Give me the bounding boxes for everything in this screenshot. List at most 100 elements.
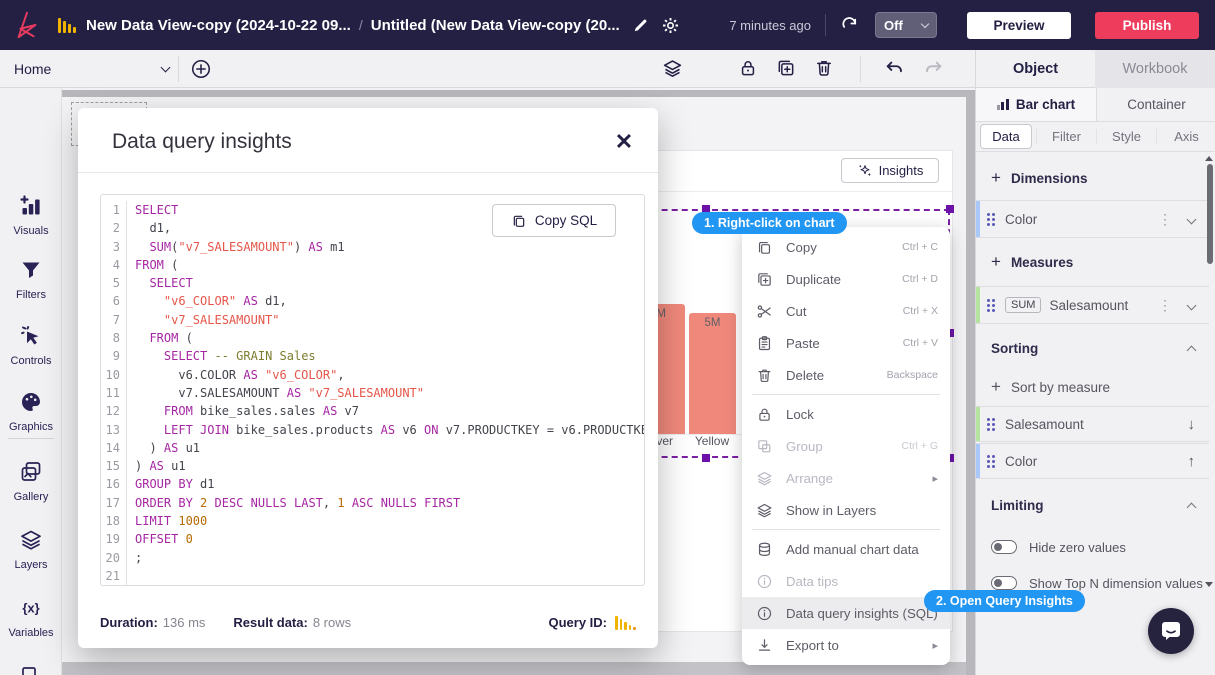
subtab-filter[interactable]: Filter xyxy=(1036,129,1096,144)
menu-item-group[interactable]: GroupCtrl + G xyxy=(742,430,950,462)
redo-icon[interactable] xyxy=(922,58,944,80)
panel-scroll-down-icon[interactable] xyxy=(1205,582,1213,587)
dataset-bars-icon xyxy=(58,17,76,33)
sql-line: 17ORDER BY 2 DESC NULLS LAST, 1 ASC NULL… xyxy=(101,494,644,512)
chat-bubble-button[interactable] xyxy=(1148,608,1194,654)
hide-zero-values-toggle[interactable] xyxy=(991,540,1017,554)
subtab-axis[interactable]: Axis xyxy=(1156,129,1215,144)
menu-item-cut[interactable]: CutCtrl + X xyxy=(742,295,950,327)
add-dimension-icon[interactable]: + xyxy=(991,168,1001,188)
menu-item-label: Data query insights (SQL) xyxy=(786,606,938,621)
sidebar-item-variables[interactable]: {x}Variables xyxy=(0,596,62,639)
menu-item-show-in-layers[interactable]: Show in Layers xyxy=(742,494,950,526)
refresh-icon[interactable] xyxy=(840,16,859,35)
menu-item-data-query-insights-sql[interactable]: Data query insights (SQL) xyxy=(742,597,950,629)
sql-code-text: FROM bike_sales.sales AS v7 xyxy=(127,402,359,420)
autosave-dropdown[interactable]: Off xyxy=(875,12,937,38)
chevron-down-icon xyxy=(921,19,929,27)
sql-line: 4FROM ( xyxy=(101,256,644,274)
menu-item-paste[interactable]: PasteCtrl + V xyxy=(742,327,950,359)
menu-item-arrange[interactable]: Arrange▸ xyxy=(742,462,950,494)
aggregation-badge[interactable]: SUM xyxy=(1005,297,1041,313)
undo-icon[interactable] xyxy=(884,58,906,80)
tab-workbook[interactable]: Workbook xyxy=(1095,50,1215,88)
line-number: 21 xyxy=(101,567,127,585)
panel-scrollbar[interactable] xyxy=(1207,164,1213,264)
kebab-menu-icon[interactable]: ⋮ xyxy=(1158,297,1172,314)
insights-button[interactable]: Insights xyxy=(841,158,939,183)
measure-salesamount-item[interactable]: SUM Salesamount ⋮ xyxy=(976,286,1209,324)
lock-toolbar-icon[interactable] xyxy=(738,58,758,78)
add-measure-icon[interactable]: + xyxy=(991,252,1001,272)
add-item-icon[interactable] xyxy=(190,58,212,80)
trash-toolbar-icon[interactable] xyxy=(814,58,834,78)
menu-item-export-to[interactable]: Export to▸ xyxy=(742,629,950,661)
tab-object[interactable]: Object xyxy=(975,50,1095,88)
sort-desc-arrow-icon[interactable]: ↓ xyxy=(1188,416,1196,433)
chevron-down-icon[interactable] xyxy=(1187,300,1197,310)
subtab-style[interactable]: Style xyxy=(1096,129,1156,144)
subtab-data[interactable]: Data xyxy=(980,124,1032,149)
menu-item-delete[interactable]: DeleteBackspace xyxy=(742,359,950,391)
selection-handle-top-right[interactable] xyxy=(946,205,954,213)
last-edited-label: 7 minutes ago xyxy=(729,18,811,33)
query-id-bars-icon[interactable] xyxy=(615,615,636,630)
show-top-n-toggle[interactable] xyxy=(991,576,1017,590)
publish-button[interactable]: Publish xyxy=(1095,12,1199,39)
tab-bar-chart[interactable]: Bar chart xyxy=(976,88,1096,122)
panel-scroll-up-icon[interactable] xyxy=(1205,156,1213,161)
sort-asc-arrow-icon[interactable]: ↑ xyxy=(1188,453,1196,470)
sidebar-item-actions[interactable]: Actions xyxy=(0,664,62,675)
dimensions-header[interactable]: + Dimensions xyxy=(976,160,1209,196)
sql-code-block[interactable]: 1SELECT2 d1,3 SUM("v7_SALESAMOUNT") AS m… xyxy=(100,194,645,586)
breadcrumb-dataset[interactable]: New Data View-copy (2024-10-22 09... xyxy=(86,17,351,34)
sidebar-item-visuals[interactable]: Visuals xyxy=(0,194,62,237)
menu-item-data-tips[interactable]: Data tips xyxy=(742,565,950,597)
breadcrumb-workbook[interactable]: Untitled (New Data View-copy (20... xyxy=(371,17,620,34)
canvas-vscrollbar[interactable] xyxy=(966,90,975,675)
sql-code-text: v7.SALESAMOUNT AS "v7_SALESAMOUNT" xyxy=(127,384,424,402)
preview-button[interactable]: Preview xyxy=(967,12,1071,39)
dimension-color-item[interactable]: Color ⋮ xyxy=(976,200,1209,238)
close-icon[interactable]: ✕ xyxy=(612,130,636,154)
line-number: 19 xyxy=(101,530,127,548)
sidebar-item-filters[interactable]: Filters xyxy=(0,258,62,301)
tab-container[interactable]: Container xyxy=(1096,88,1215,122)
drag-handle-icon[interactable] xyxy=(987,299,995,312)
layers-toolbar-icon[interactable] xyxy=(662,58,683,79)
sort-by-measure-button[interactable]: + Sort by measure xyxy=(976,370,1209,404)
sidebar-item-layers[interactable]: Layers xyxy=(0,528,62,571)
sidebar-item-controls[interactable]: Controls xyxy=(0,324,62,367)
canvas-hscrollbar[interactable] xyxy=(62,90,967,97)
line-number: 15 xyxy=(101,457,127,475)
bar-yellow[interactable] xyxy=(689,313,736,434)
settings-gear-icon[interactable] xyxy=(661,16,680,35)
sort-salesamount-item[interactable]: Salesamount ↓ xyxy=(976,406,1209,442)
chevron-down-icon[interactable] xyxy=(1187,214,1197,224)
menu-item-lock[interactable]: Lock xyxy=(742,398,950,430)
sorting-header[interactable]: Sorting xyxy=(976,330,1209,366)
page-selector[interactable]: Home xyxy=(14,61,51,77)
page-chevron-down-icon[interactable] xyxy=(161,63,171,73)
edit-title-icon[interactable] xyxy=(632,17,649,34)
layers-icon xyxy=(756,501,774,519)
sql-line: 6 "v6_COLOR" AS d1, xyxy=(101,292,644,310)
sort-color-item[interactable]: Color ↑ xyxy=(976,443,1209,479)
chevron-up-icon[interactable] xyxy=(1187,345,1197,355)
kebab-menu-icon[interactable]: ⋮ xyxy=(1158,211,1172,228)
menu-item-copy[interactable]: CopyCtrl + C xyxy=(742,231,950,263)
sidebar-item-graphics[interactable]: Graphics xyxy=(0,390,62,433)
limiting-header[interactable]: Limiting xyxy=(976,487,1209,523)
drag-handle-icon[interactable] xyxy=(987,213,995,226)
duplicate-toolbar-icon[interactable] xyxy=(776,58,796,78)
menu-item-duplicate[interactable]: DuplicateCtrl + D xyxy=(742,263,950,295)
sidebar-item-gallery[interactable]: Gallery xyxy=(0,460,62,503)
menu-item-label: Arrange xyxy=(786,471,833,486)
drag-handle-icon[interactable] xyxy=(987,455,995,468)
menu-item-add-manual-chart-data[interactable]: Add manual chart data xyxy=(742,533,950,565)
copy-sql-button[interactable]: Copy SQL xyxy=(492,204,616,237)
selection-handle-bottom[interactable] xyxy=(702,454,710,462)
measures-header[interactable]: + Measures xyxy=(976,244,1209,280)
chevron-up-icon[interactable] xyxy=(1187,502,1197,512)
drag-handle-icon[interactable] xyxy=(987,418,995,431)
